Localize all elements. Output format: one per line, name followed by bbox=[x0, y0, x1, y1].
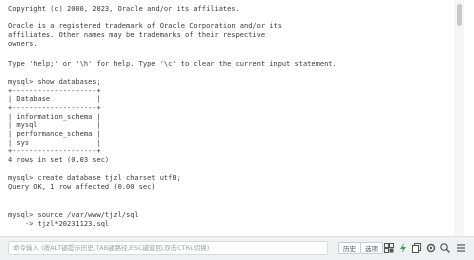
settings-icon[interactable] bbox=[425, 242, 437, 254]
terminal-output[interactable]: Copyright (c) 2000, 2023, Oracle and/or … bbox=[0, 0, 464, 236]
terminal-line: -> tjzl*20231123.sql bbox=[8, 220, 110, 228]
grid-icon[interactable] bbox=[383, 242, 395, 254]
terminal-line: mysql> source /var/www/tjzl/sql bbox=[8, 211, 139, 219]
terminal-line: owners. bbox=[8, 40, 38, 48]
terminal-line: +--------------------+ bbox=[8, 104, 101, 112]
lightning-icon[interactable] bbox=[397, 242, 409, 254]
terminal-line: affiliates. Other names may be trademark… bbox=[8, 31, 266, 39]
terminal-line: +--------------------+ bbox=[8, 147, 101, 155]
terminal-line: mysql> create database tjzl charset utf8… bbox=[8, 174, 181, 182]
options-button[interactable]: 选项 bbox=[360, 242, 383, 254]
terminal-line: Oracle is a registered trademark of Orac… bbox=[8, 22, 282, 30]
command-input[interactable] bbox=[8, 241, 328, 255]
history-button[interactable]: 历史 bbox=[338, 242, 361, 254]
terminal-line: Type 'help;' or '\h' for help. Type '\c'… bbox=[8, 60, 337, 68]
terminal-line: | mysql | bbox=[8, 121, 101, 129]
terminal-line: Copyright (c) 2000, 2023, Oracle and/or … bbox=[8, 5, 240, 13]
terminal-line: | Database | bbox=[8, 95, 101, 103]
status-bar: 历史 选项 bbox=[0, 236, 474, 260]
copy-icon[interactable] bbox=[411, 242, 423, 254]
terminal-line: mysql> show databases; bbox=[8, 78, 101, 86]
terminal-scrollbar[interactable] bbox=[454, 0, 464, 236]
terminal-line: Query OK, 1 row affected (0.00 sec) bbox=[8, 183, 156, 191]
terminal-line: 4 rows in set (0.03 sec) bbox=[8, 156, 110, 164]
menu-icon[interactable] bbox=[455, 242, 467, 254]
scrollbar-thumb[interactable] bbox=[457, 4, 462, 26]
terminal-line: | performance_schema | bbox=[8, 130, 101, 138]
search-icon[interactable] bbox=[439, 242, 451, 254]
